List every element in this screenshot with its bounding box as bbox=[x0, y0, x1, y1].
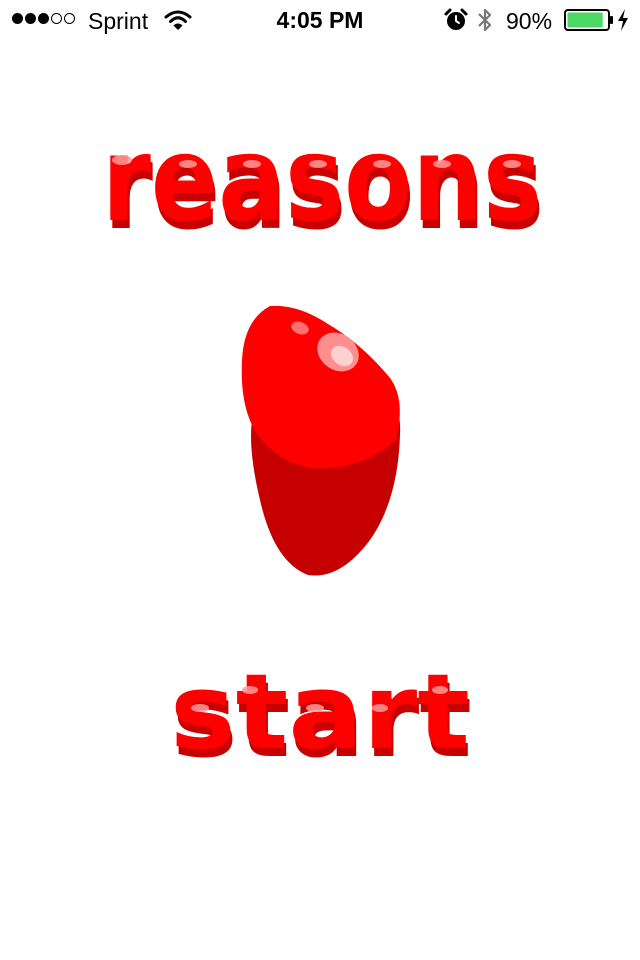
battery-percentage: 90% bbox=[506, 8, 553, 34]
battery-icon bbox=[564, 9, 613, 31]
start-button[interactable]: start start bbox=[150, 650, 490, 780]
app-title: reasons bbox=[102, 120, 542, 248]
start-label: start bbox=[170, 651, 470, 773]
bluetooth-icon bbox=[478, 8, 492, 32]
alarm-icon bbox=[444, 8, 468, 30]
status-bar: Sprint 4:05 PM 90% bbox=[0, 0, 640, 40]
app-title-logo: reasons reasons bbox=[102, 120, 544, 250]
red-gem-icon bbox=[241, 305, 401, 576]
charging-bolt-icon bbox=[618, 9, 628, 31]
